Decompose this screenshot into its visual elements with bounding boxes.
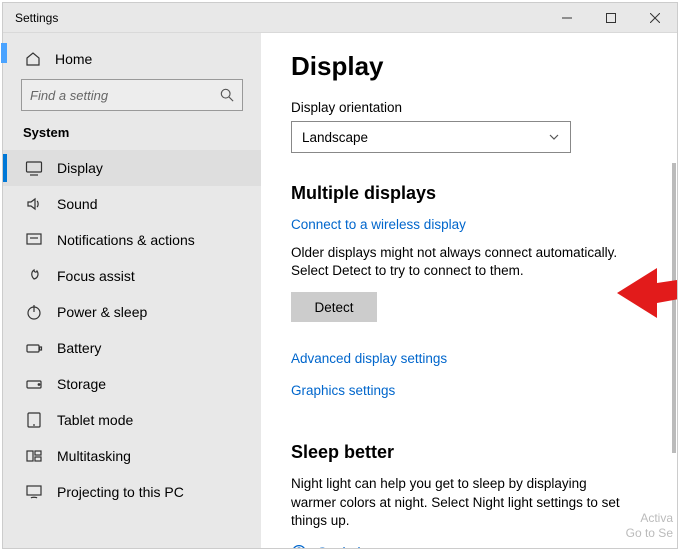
sidebar-item-label: Notifications & actions — [57, 232, 195, 248]
advanced-display-link[interactable]: Advanced display settings — [291, 351, 447, 366]
help-icon — [291, 544, 307, 548]
scrollbar-thumb[interactable] — [672, 163, 676, 453]
detect-button[interactable]: Detect — [291, 292, 377, 322]
window-body: Home System Display Sound — [3, 33, 677, 548]
tablet-icon — [25, 411, 43, 429]
window-title: Settings — [3, 11, 58, 25]
get-help-link[interactable]: Get help — [291, 540, 655, 548]
sidebar-item-multitasking[interactable]: Multitasking — [3, 438, 261, 474]
get-help-label: Get help — [317, 545, 368, 548]
titlebar: Settings — [3, 3, 677, 33]
older-displays-text: Older displays might not always connect … — [291, 244, 631, 280]
home-icon — [25, 51, 41, 67]
sidebar-item-label: Storage — [57, 376, 106, 392]
search-icon — [220, 88, 234, 102]
multiple-displays-heading: Multiple displays — [291, 183, 655, 204]
sidebar-item-focus-assist[interactable]: Focus assist — [3, 258, 261, 294]
search-container — [3, 79, 261, 125]
sidebar-item-tablet-mode[interactable]: Tablet mode — [3, 402, 261, 438]
graphics-settings-link[interactable]: Graphics settings — [291, 383, 395, 398]
home-link[interactable]: Home — [3, 45, 261, 79]
sidebar-item-label: Multitasking — [57, 448, 131, 464]
wireless-display-link[interactable]: Connect to a wireless display — [291, 217, 466, 232]
sidebar-item-storage[interactable]: Storage — [3, 366, 261, 402]
scrollbar[interactable] — [671, 163, 677, 523]
sidebar-item-label: Projecting to this PC — [57, 484, 184, 500]
nav-list: Display Sound Notifications & actions Fo… — [3, 150, 261, 510]
page-title: Display — [291, 51, 655, 82]
focus-icon — [25, 267, 43, 285]
activate-line1: Activa — [626, 511, 673, 525]
sidebar-item-label: Sound — [57, 196, 97, 212]
sleep-better-heading: Sleep better — [291, 442, 655, 463]
obscured-app-edge — [1, 43, 7, 63]
sidebar-section-label: System — [3, 125, 261, 150]
orientation-select[interactable]: Landscape — [291, 121, 571, 153]
sleep-better-text: Night light can help you get to sleep by… — [291, 475, 631, 530]
main-content: Display Display orientation Landscape Mu… — [261, 33, 677, 548]
orientation-value: Landscape — [302, 130, 368, 145]
search-input[interactable] — [30, 88, 220, 103]
battery-icon — [25, 339, 43, 357]
chevron-down-icon — [548, 131, 560, 143]
home-label: Home — [55, 51, 92, 67]
sidebar-item-projecting[interactable]: Projecting to this PC — [3, 474, 261, 510]
display-icon — [25, 159, 43, 177]
power-icon — [25, 303, 43, 321]
sidebar-item-notifications[interactable]: Notifications & actions — [3, 222, 261, 258]
search-box[interactable] — [21, 79, 243, 111]
sidebar-item-sound[interactable]: Sound — [3, 186, 261, 222]
settings-window: Settings Home — [2, 2, 678, 549]
sidebar-item-label: Focus assist — [57, 268, 135, 284]
notifications-icon — [25, 231, 43, 249]
sound-icon — [25, 195, 43, 213]
orientation-label: Display orientation — [291, 100, 655, 115]
activate-line2: Go to Se — [626, 526, 673, 540]
sidebar-item-label: Tablet mode — [57, 412, 133, 428]
sidebar-item-label: Display — [57, 160, 103, 176]
minimize-button[interactable] — [545, 3, 589, 33]
close-button[interactable] — [633, 3, 677, 33]
sidebar-item-label: Battery — [57, 340, 101, 356]
sidebar-item-display[interactable]: Display — [3, 150, 261, 186]
sidebar-item-label: Power & sleep — [57, 304, 147, 320]
multitask-icon — [25, 447, 43, 465]
projecting-icon — [25, 483, 43, 501]
sidebar-item-power-sleep[interactable]: Power & sleep — [3, 294, 261, 330]
sidebar: Home System Display Sound — [3, 33, 261, 548]
window-controls — [545, 3, 677, 33]
sidebar-item-battery[interactable]: Battery — [3, 330, 261, 366]
activate-watermark: Activa Go to Se — [626, 511, 673, 540]
storage-icon — [25, 375, 43, 393]
maximize-button[interactable] — [589, 3, 633, 33]
